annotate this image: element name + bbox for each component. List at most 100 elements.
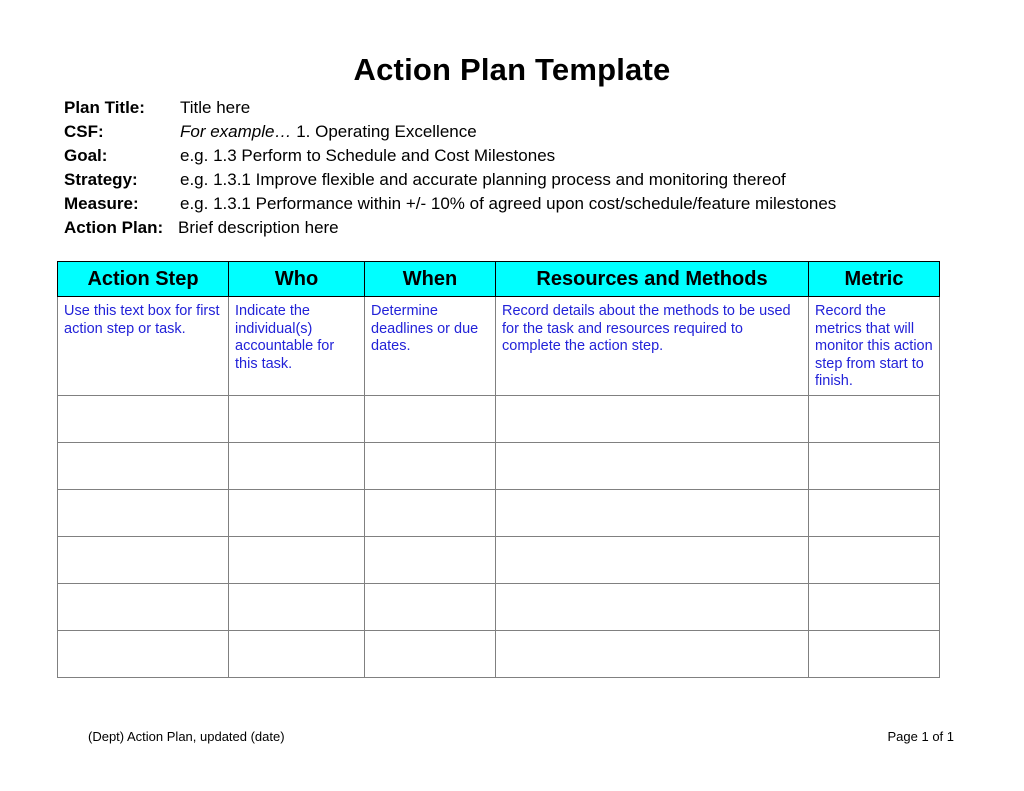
cell-resources-text [496,490,808,500]
table-row [57,630,940,678]
column-header-when: When [364,261,496,297]
cell-resources[interactable]: Record details about the methods to be u… [495,296,809,396]
cell-resources-text [496,631,808,641]
table-row [57,489,940,537]
table-row [57,395,940,443]
page-footer: (Dept) Action Plan, updated (date) Page … [88,728,954,746]
meta-value-csf: For example… 1. Operating Excellence [180,120,477,144]
table-row [57,583,940,631]
cell-who-text [229,396,364,406]
meta-row-csf: CSF: For example… 1. Operating Excellenc… [64,120,964,144]
cell-resources-text [496,396,808,406]
cell-resources-text: Record details about the methods to be u… [502,303,791,354]
footer-page-number: Page 1 of 1 [887,729,955,744]
table-body: Use this text box for first action step … [57,296,940,678]
cell-metric-text [809,396,939,406]
meta-value-csf-rest: 1. Operating Excellence [296,122,477,141]
meta-value-csf-italic: For example… [180,122,297,141]
cell-metric-text [809,443,939,453]
cell-when-text [365,537,495,547]
meta-row-measure: Measure: e.g. 1.3.1 Performance within +… [64,192,964,216]
cell-action-step-text [58,584,228,594]
cell-when-text [365,490,495,500]
table-row: Use this text box for first action step … [57,296,940,396]
cell-when[interactable] [364,395,496,443]
meta-label-csf: CSF: [64,122,104,141]
cell-action-step-text [58,443,228,453]
meta-value-action-plan: Brief description here [178,218,339,237]
cell-metric-text [809,537,939,547]
cell-action-step[interactable] [57,442,229,490]
meta-row-action-plan: Action Plan: Brief description here [64,216,964,240]
meta-label-action-plan: Action Plan: [64,218,164,237]
meta-value-goal: e.g. 1.3 Perform to Schedule and Cost Mi… [180,146,556,165]
cell-who[interactable] [228,630,365,678]
cell-resources[interactable] [495,536,809,584]
cell-metric[interactable] [808,489,940,537]
plan-metadata-block: Plan Title: Title here CSF: For example…… [64,96,964,240]
cell-who[interactable] [228,489,365,537]
table-row [57,442,940,490]
cell-when[interactable] [364,442,496,490]
cell-when[interactable] [364,583,496,631]
cell-metric[interactable] [808,395,940,443]
cell-action-step-text [58,396,228,406]
cell-resources[interactable] [495,395,809,443]
meta-label-strategy: Strategy: [64,170,138,189]
cell-when[interactable] [364,536,496,584]
column-header-who: Who [228,261,365,297]
cell-resources-text [496,537,808,547]
cell-who[interactable] [228,536,365,584]
cell-metric[interactable] [808,536,940,584]
cell-resources[interactable] [495,630,809,678]
cell-metric-text [809,584,939,594]
meta-row-strategy: Strategy: e.g. 1.3.1 Improve flexible an… [64,168,964,192]
table-row [57,536,940,584]
cell-when[interactable] [364,489,496,537]
cell-action-step[interactable]: Use this text box for first action step … [57,296,229,396]
cell-metric-text [809,490,939,500]
column-header-metric: Metric [808,261,940,297]
cell-who-text: Indicate the individual(s) accountable f… [235,303,335,372]
cell-who[interactable]: Indicate the individual(s) accountable f… [228,296,365,396]
action-plan-table: Action Step Who When Resources and Metho… [57,261,940,678]
cell-who-text [229,631,364,641]
meta-row-plan-title: Plan Title: Title here [64,96,964,120]
cell-when[interactable]: Determine deadlines or due dates. [364,296,496,396]
cell-when-text [365,443,495,453]
cell-who[interactable] [228,395,365,443]
cell-action-step-text: Use this text box for first action step … [64,303,220,337]
cell-who-text [229,584,364,594]
cell-who[interactable] [228,583,365,631]
column-header-resources-and-methods: Resources and Methods [495,261,809,297]
cell-who[interactable] [228,442,365,490]
cell-who-text [229,490,364,500]
cell-metric[interactable] [808,442,940,490]
cell-resources[interactable] [495,489,809,537]
cell-metric[interactable] [808,630,940,678]
cell-action-step[interactable] [57,536,229,584]
cell-metric-text [809,631,939,641]
cell-action-step[interactable] [57,583,229,631]
cell-resources[interactable] [495,583,809,631]
cell-action-step[interactable] [57,630,229,678]
table-header: Action Step Who When Resources and Metho… [57,261,940,297]
cell-metric[interactable] [808,583,940,631]
meta-value-strategy: e.g. 1.3.1 Improve flexible and accurate… [180,170,786,189]
cell-action-step[interactable] [57,395,229,443]
page-title: Action Plan Template [353,52,671,87]
cell-resources-text [496,443,808,453]
cell-when-text [365,631,495,641]
meta-row-goal: Goal: e.g. 1.3 Perform to Schedule and C… [64,144,964,168]
meta-value-measure: e.g. 1.3.1 Performance within +/- 10% of… [180,194,837,213]
cell-when-text [365,584,495,594]
cell-action-step[interactable] [57,489,229,537]
meta-label-plan-title: Plan Title: [64,98,145,117]
cell-metric[interactable]: Record the metrics that will monitor thi… [808,296,940,396]
cell-metric-text: Record the metrics that will monitor thi… [815,303,933,389]
document-page: Action Plan Template Plan Title: Title h… [0,0,1024,791]
cell-who-text [229,443,364,453]
cell-action-step-text [58,631,228,641]
cell-resources[interactable] [495,442,809,490]
cell-when[interactable] [364,630,496,678]
